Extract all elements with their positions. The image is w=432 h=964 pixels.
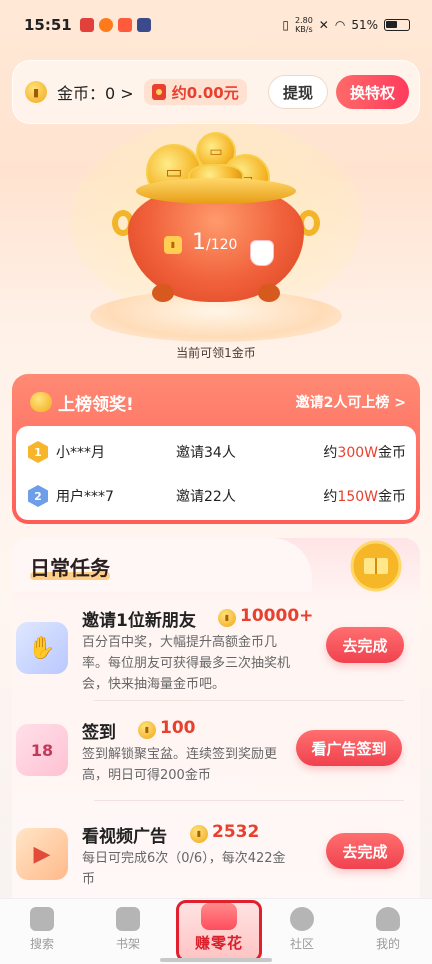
withdraw-button[interactable]: 提现 [267, 75, 328, 109]
divider [94, 700, 404, 701]
tab-earn[interactable]: 赚零花 [176, 900, 262, 962]
vibrate-icon: ▯ [282, 18, 289, 32]
pot-hint: 当前可领1金币 [176, 346, 256, 360]
pot-coin-badge-icon: ▮ [164, 236, 182, 254]
leaderboard-header: 上榜领奖! 邀请2人可上榜 > [16, 378, 416, 426]
tab-label: 搜索 [29, 937, 54, 951]
rank-reward: 约150W金币 [323, 489, 406, 505]
tab-search[interactable]: 搜索 [12, 907, 72, 952]
status-bar: 15:51 ▯ 2.80 KB/s ✕ ◠ 51% [0, 0, 432, 50]
pot-counter: 1/120 [192, 230, 237, 255]
task-name: 看视频广告 [82, 827, 167, 847]
task-description: 每日可完成6次（0/6），每次422金币 [82, 851, 286, 887]
status-time: 15:51 [24, 16, 72, 34]
leaderboard-title: 上榜领奖! [58, 394, 134, 415]
rank-user-name: 用户***7 [56, 489, 114, 505]
pot-foot [152, 284, 174, 302]
pot-count-total: /120 [206, 237, 238, 253]
task-reward: 100 [160, 718, 196, 738]
tab-mine[interactable]: 我的 [358, 907, 418, 952]
battery-percent: 51% [351, 18, 378, 32]
divider [94, 800, 404, 801]
red-packet-icon [201, 903, 237, 930]
tap-hand-icon [250, 240, 274, 266]
coin-icon: ▮ [25, 81, 47, 103]
rank-invite-count: 邀请34人 [176, 445, 236, 461]
notification-icons [79, 18, 151, 32]
coin-balance-link[interactable]: 金币：0 > [57, 80, 134, 104]
task-name: 邀请1位新朋友 [82, 611, 196, 631]
app-notification-icon [136, 18, 151, 32]
rank-medal-icon: 2 [28, 485, 48, 507]
search-icon [30, 907, 54, 931]
net-speed: 2.80 KB/s [294, 16, 313, 34]
privilege-button[interactable]: 换特权 [335, 75, 409, 109]
pot-count-current: 1 [192, 230, 206, 255]
tab-label: 赚零花 [194, 934, 243, 952]
money-estimate: 约0.00元 [143, 79, 247, 105]
task-description: 签到解锁聚宝盆。连续签到奖励更高，明日可得200金币 [82, 747, 278, 783]
bookshelf-icon [116, 907, 140, 931]
app-notification-icon [117, 18, 132, 32]
task-name: 签到 [82, 723, 116, 743]
watch-ad-signin-button[interactable]: 看广告签到 [296, 730, 402, 766]
video-play-icon: ▶ [16, 828, 68, 880]
coin-icon: ▮ [190, 825, 208, 843]
coin-icon: ▮ [218, 609, 236, 627]
profile-icon [376, 907, 400, 931]
task-reward: 10000+ [240, 606, 314, 626]
community-icon [290, 907, 314, 931]
rank-medal-icon: 1 [28, 441, 48, 463]
leaderboard-row: 2 用户***7 邀请22人 约150W金币 [28, 474, 406, 518]
pot-foot [258, 284, 280, 302]
leaderboard-list: 1 小***月 邀请34人 约300W金币 2 用户***7 邀请22人 约15… [16, 426, 416, 520]
tab-label: 书架 [115, 937, 140, 951]
leaderboard-invite-link[interactable]: 邀请2人可上榜 > [296, 392, 406, 412]
tab-label: 我的 [375, 937, 400, 951]
rank-reward: 约300W金币 [323, 445, 406, 461]
rank-invite-count: 邀请22人 [176, 489, 236, 505]
pot-rim [136, 178, 296, 204]
sim-icon: ✕ [318, 18, 329, 32]
task-go-button[interactable]: 去完成 [326, 627, 404, 663]
home-indicator [160, 958, 272, 962]
leaderboard-row: 1 小***月 邀请34人 约300W金币 [28, 430, 406, 474]
tab-community[interactable]: 社区 [272, 907, 332, 952]
daily-tasks-title: 日常任务 [30, 556, 110, 580]
app-notification-icon [79, 18, 94, 32]
app-notification-icon [98, 18, 113, 32]
calendar-icon: 18 [16, 724, 68, 776]
rank-user-name: 小***月 [56, 445, 105, 461]
task-go-button[interactable]: 去完成 [326, 833, 404, 869]
coin-bar: ▮ 金币：0 > 约0.00元 提现 换特权 [12, 60, 420, 124]
invite-hands-icon: ✋ [16, 622, 68, 674]
book-coin-icon [350, 540, 402, 592]
battery-icon [384, 19, 410, 31]
wifi-icon: ◠ [334, 18, 346, 32]
task-description: 百分百中奖，大幅提升高额金币几率。每位朋友可获得最多三次抽奖机会，快来抽海量金币… [82, 635, 291, 692]
trophy-coin-icon [30, 392, 52, 412]
tab-label: 社区 [289, 937, 314, 951]
task-reward: 2532 [212, 822, 260, 842]
tab-bookshelf[interactable]: 书架 [98, 907, 158, 952]
coin-icon: ▮ [138, 721, 156, 739]
leaderboard-card: 上榜领奖! 邀请2人可上榜 > 1 小***月 邀请34人 约300W金币 2 … [12, 374, 420, 524]
money-value: 约0.00元 [171, 83, 239, 102]
red-packet-icon [151, 84, 166, 100]
